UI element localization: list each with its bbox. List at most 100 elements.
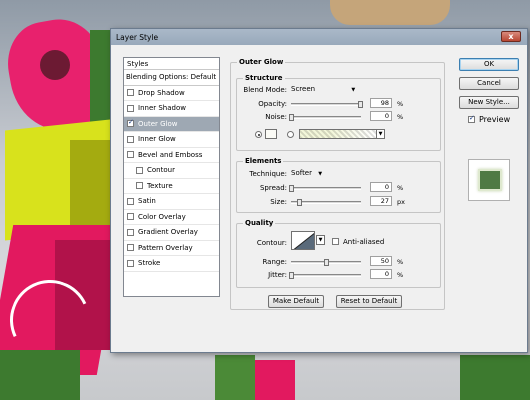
blend-mode-label: Blend Mode: bbox=[243, 86, 287, 94]
style-item-gradient-overlay[interactable]: Gradient Overlay bbox=[124, 225, 219, 241]
style-item-inner-glow[interactable]: Inner Glow bbox=[124, 132, 219, 148]
styles-header[interactable]: Styles bbox=[124, 58, 219, 70]
inner-shadow-checkbox[interactable] bbox=[127, 104, 134, 112]
close-button[interactable]: x bbox=[501, 31, 521, 42]
style-item-outer-glow[interactable]: Outer Glow bbox=[124, 116, 219, 132]
gradient-overlay-checkbox[interactable] bbox=[127, 228, 134, 236]
color-overlay-checkbox[interactable] bbox=[127, 213, 134, 221]
size-label: Size: bbox=[270, 198, 287, 206]
noise-slider-thumb[interactable] bbox=[289, 114, 294, 121]
jitter-slider-thumb[interactable] bbox=[289, 272, 294, 279]
style-item-inner-shadow[interactable]: Inner Shadow bbox=[124, 101, 219, 117]
anti-aliased-checkbox[interactable] bbox=[332, 238, 339, 245]
range-input[interactable]: 50 bbox=[370, 256, 392, 266]
size-slider-thumb[interactable] bbox=[296, 199, 302, 206]
chevron-down-icon: ▼ bbox=[318, 171, 323, 177]
make-default-button[interactable]: Make Default bbox=[268, 295, 324, 308]
noise-label: Noise: bbox=[265, 113, 287, 121]
technique-dropdown[interactable]: Softer ▼ bbox=[291, 169, 341, 179]
contour-dropdown-button[interactable]: ▼ bbox=[316, 235, 325, 245]
texture-checkbox[interactable] bbox=[136, 182, 143, 190]
bevel-and-emboss-checkbox[interactable] bbox=[127, 151, 134, 159]
jitter-slider[interactable] bbox=[289, 272, 361, 279]
background-art-yellow-shadow bbox=[70, 140, 110, 230]
drop-shadow-checkbox[interactable] bbox=[127, 89, 134, 97]
range-slider-thumb[interactable] bbox=[324, 259, 329, 266]
spread-unit: % bbox=[397, 184, 404, 192]
preview-label: Preview bbox=[479, 115, 511, 124]
new-style-button[interactable]: New Style... bbox=[459, 96, 519, 109]
contour-picker[interactable] bbox=[291, 231, 315, 250]
style-item-satin[interactable]: Satin bbox=[124, 194, 219, 210]
style-item-drop-shadow[interactable]: Drop Shadow bbox=[124, 86, 219, 101]
anti-aliased-label: Anti-aliased bbox=[343, 238, 385, 246]
spread-label: Spread: bbox=[259, 184, 287, 192]
gradient-radio[interactable] bbox=[287, 131, 294, 138]
structure-group: Structure Blend Mode: Screen ▼ Opacity: … bbox=[236, 74, 441, 151]
opacity-input[interactable]: 98 bbox=[370, 98, 392, 108]
cancel-button[interactable]: Cancel bbox=[459, 77, 519, 90]
inner-glow-checkbox[interactable] bbox=[127, 135, 134, 143]
blending-options-item[interactable]: Blending Options: Default bbox=[124, 70, 219, 86]
style-item-stroke[interactable]: Stroke bbox=[124, 256, 219, 272]
style-item-pattern-overlay[interactable]: Pattern Overlay bbox=[124, 241, 219, 256]
style-item-label: Bevel and Emboss bbox=[138, 150, 203, 159]
spread-input[interactable]: 0 bbox=[370, 182, 392, 192]
style-item-label: Drop Shadow bbox=[138, 88, 185, 97]
stroke-checkbox[interactable] bbox=[127, 259, 134, 267]
gradient-picker-button[interactable]: ▼ bbox=[376, 129, 385, 139]
opacity-slider-thumb[interactable] bbox=[357, 101, 363, 108]
jitter-label: Jitter: bbox=[268, 271, 287, 279]
window-title: Layer Style bbox=[116, 32, 159, 42]
preview-checkbox[interactable] bbox=[468, 114, 475, 123]
size-input[interactable]: 27 bbox=[370, 196, 392, 206]
reset-to-default-button[interactable]: Reset to Default bbox=[336, 295, 402, 308]
preview-toggle[interactable]: Preview bbox=[468, 114, 511, 124]
outer-glow-checkbox[interactable] bbox=[127, 118, 134, 128]
size-slider[interactable] bbox=[291, 199, 361, 206]
style-item-texture[interactable]: Texture bbox=[124, 179, 219, 194]
style-item-label: Satin bbox=[138, 197, 156, 206]
style-item-label: Color Overlay bbox=[138, 212, 186, 221]
noise-unit: % bbox=[397, 113, 404, 121]
style-item-label: Stroke bbox=[138, 259, 161, 268]
style-item-label: Inner Glow bbox=[138, 135, 176, 144]
ok-button[interactable]: OK bbox=[459, 58, 519, 71]
spread-slider-thumb[interactable] bbox=[289, 185, 294, 192]
range-label: Range: bbox=[262, 258, 287, 266]
layer-style-dialog: Layer Style x Styles Blending Options: D… bbox=[110, 28, 528, 353]
chevron-down-icon: ▼ bbox=[318, 237, 323, 243]
noise-input[interactable]: 0 bbox=[370, 111, 392, 121]
style-item-bevel-and-emboss[interactable]: Bevel and Emboss bbox=[124, 148, 219, 163]
opacity-unit: % bbox=[397, 100, 404, 108]
glow-gradient-swatch[interactable] bbox=[299, 129, 377, 139]
contour-checkbox[interactable] bbox=[136, 166, 143, 174]
style-item-label: Contour bbox=[147, 166, 175, 175]
range-slider[interactable] bbox=[291, 259, 361, 266]
noise-slider[interactable] bbox=[289, 114, 361, 121]
spread-slider[interactable] bbox=[289, 185, 361, 192]
satin-checkbox[interactable] bbox=[127, 197, 134, 205]
solid-color-radio[interactable] bbox=[255, 131, 262, 138]
background-art-green-right bbox=[460, 355, 530, 400]
title-bar[interactable]: Layer Style bbox=[111, 29, 527, 45]
style-item-label: Gradient Overlay bbox=[138, 228, 198, 237]
background-art-green-mid bbox=[215, 355, 255, 400]
style-item-contour[interactable]: Contour bbox=[124, 163, 219, 179]
background-art-pink-mid bbox=[255, 360, 295, 400]
linear-contour-icon bbox=[293, 232, 314, 249]
technique-label: Technique: bbox=[249, 170, 287, 178]
glow-color-swatch[interactable] bbox=[265, 129, 277, 139]
outer-glow-group: Outer Glow Structure Blend Mode: Screen … bbox=[230, 58, 445, 310]
pattern-overlay-checkbox[interactable] bbox=[127, 244, 134, 252]
opacity-slider[interactable] bbox=[291, 101, 363, 108]
blend-mode-dropdown[interactable]: Screen ▼ bbox=[291, 85, 366, 95]
close-icon: x bbox=[508, 32, 514, 41]
styles-list: Styles Blending Options: Default Drop Sh… bbox=[123, 57, 220, 297]
contour-label: Contour: bbox=[256, 239, 287, 247]
style-item-label: Texture bbox=[147, 181, 173, 190]
jitter-input[interactable]: 0 bbox=[370, 269, 392, 279]
elements-title: Elements bbox=[243, 157, 284, 165]
style-item-color-overlay[interactable]: Color Overlay bbox=[124, 210, 219, 225]
jitter-unit: % bbox=[397, 271, 404, 279]
